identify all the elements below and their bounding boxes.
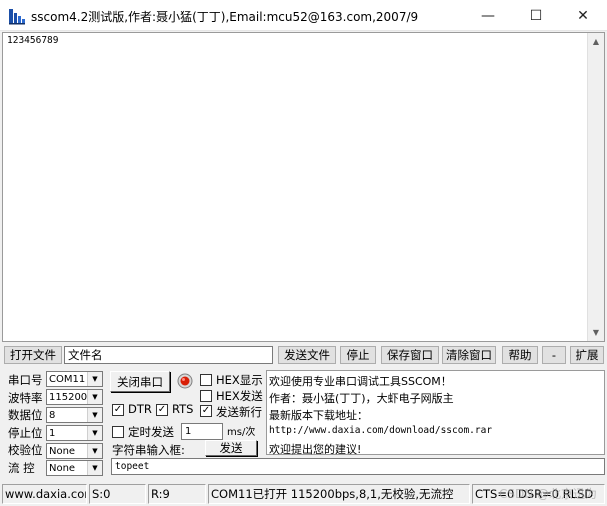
baud-label: 波特率 [8, 391, 43, 405]
stop-button[interactable]: 停止 [340, 346, 376, 364]
close-port-button[interactable]: 关闭串口 [110, 371, 170, 392]
receive-text: 123456789 [7, 35, 59, 46]
collapse-button[interactable]: - [542, 346, 566, 364]
dtr-checkbox[interactable]: ✓ [112, 404, 124, 416]
vertical-scrollbar[interactable]: ▲ ▼ [587, 33, 604, 341]
minimize-button[interactable]: — [465, 0, 511, 31]
port-status-led-icon [177, 373, 193, 389]
baud-value: 115200 [49, 391, 88, 403]
parity-value: None [49, 445, 76, 457]
maximize-button[interactable]: ☐ [513, 0, 559, 31]
info-line: 欢迎使用专业串口调试工具SSCOM！ [269, 375, 452, 388]
status-port-state: COM11已打开 115200bps,8,1,无校验,无流控 [208, 484, 470, 504]
flow-label: 流 控 [8, 461, 35, 475]
send-text-input[interactable]: topeet [111, 458, 605, 475]
port-select[interactable]: COM11 ▼ [46, 371, 103, 387]
file-name-input[interactable]: 文件名 [64, 346, 273, 364]
receive-area[interactable]: 123456789 ▲ ▼ [2, 32, 605, 342]
rts-checkbox[interactable]: ✓ [156, 404, 168, 416]
databits-select[interactable]: 8 ▼ [46, 407, 103, 423]
timed-send-label: 定时发送 [128, 425, 174, 439]
baud-select[interactable]: 115200 ▼ [46, 389, 103, 405]
expand-button[interactable]: 扩展 [570, 346, 604, 364]
port-label: 串口号 [8, 373, 43, 387]
stopbits-select[interactable]: 1 ▼ [46, 425, 103, 441]
databits-value: 8 [49, 409, 56, 421]
title-bar: sscom4.2测试版,作者:聂小猛(丁丁),Email:mcu52@163.c… [0, 0, 607, 31]
close-button[interactable]: ✕ [560, 0, 606, 31]
info-panel: 欢迎使用专业串口调试工具SSCOM！ 作者：聂小猛(丁丁)，大虾电子网版主 最新… [266, 370, 605, 456]
chevron-down-icon: ▼ [87, 444, 102, 458]
download-link[interactable]: http://www.daxia.com/download/sscom.rar [269, 425, 492, 436]
send-newline-checkbox[interactable]: ✓ [200, 405, 212, 417]
send-file-button[interactable]: 发送文件 [278, 346, 336, 364]
rts-label: RTS [172, 402, 194, 416]
status-website[interactable]: www.daxia.cor [2, 484, 87, 504]
window-title: sscom4.2测试版,作者:聂小猛(丁丁),Email:mcu52@163.c… [31, 10, 419, 24]
parity-select[interactable]: None ▼ [46, 443, 103, 459]
scroll-up-icon[interactable]: ▲ [588, 33, 604, 50]
app-icon [8, 7, 26, 25]
maximize-icon: ☐ [529, 7, 543, 24]
open-file-button[interactable]: 打开文件 [4, 346, 62, 364]
timed-send-checkbox[interactable] [112, 426, 124, 438]
port-value: COM11 [49, 373, 86, 385]
chevron-down-icon: ▼ [87, 372, 102, 386]
flow-select[interactable]: None ▼ [46, 460, 103, 476]
hex-send-checkbox[interactable] [200, 390, 212, 402]
send-button[interactable]: 发送 [205, 440, 257, 456]
chevron-down-icon: ▼ [87, 426, 102, 440]
info-line: 作者：聂小猛(丁丁)，大虾电子网版主 [269, 392, 454, 405]
parity-label: 校验位 [8, 443, 43, 457]
hex-send-label: HEX发送 [216, 389, 263, 403]
status-received-count: R:9 [148, 484, 206, 504]
timed-interval-input[interactable]: 1 [181, 423, 223, 440]
send-newline-label: 发送新行 [216, 405, 262, 419]
flow-value: None [49, 462, 76, 474]
status-sent-count: S:0 [89, 484, 146, 504]
info-line: 欢迎提出您的建议! [269, 443, 362, 456]
interval-unit-label: ms/次 [227, 427, 256, 438]
chevron-down-icon: ▼ [87, 390, 102, 404]
info-line: 最新版本下载地址： [269, 409, 368, 422]
clear-window-button[interactable]: 清除窗口 [442, 346, 496, 364]
chevron-down-icon: ▼ [87, 461, 102, 475]
string-input-label: 字符串输入框: [112, 443, 185, 457]
stopbits-label: 停止位 [8, 426, 43, 440]
stopbits-value: 1 [49, 427, 56, 439]
watermark: CSDN @北京迅为 [498, 487, 597, 501]
hex-display-checkbox[interactable] [200, 374, 212, 386]
scroll-down-icon[interactable]: ▼ [588, 324, 604, 341]
hex-display-label: HEX显示 [216, 373, 263, 387]
databits-label: 数据位 [8, 408, 43, 422]
help-button[interactable]: 帮助 [502, 346, 538, 364]
minimize-icon: — [481, 7, 495, 24]
close-icon: ✕ [577, 7, 589, 24]
save-window-button[interactable]: 保存窗口 [381, 346, 439, 364]
chevron-down-icon: ▼ [87, 408, 102, 422]
dtr-label: DTR [128, 402, 152, 416]
